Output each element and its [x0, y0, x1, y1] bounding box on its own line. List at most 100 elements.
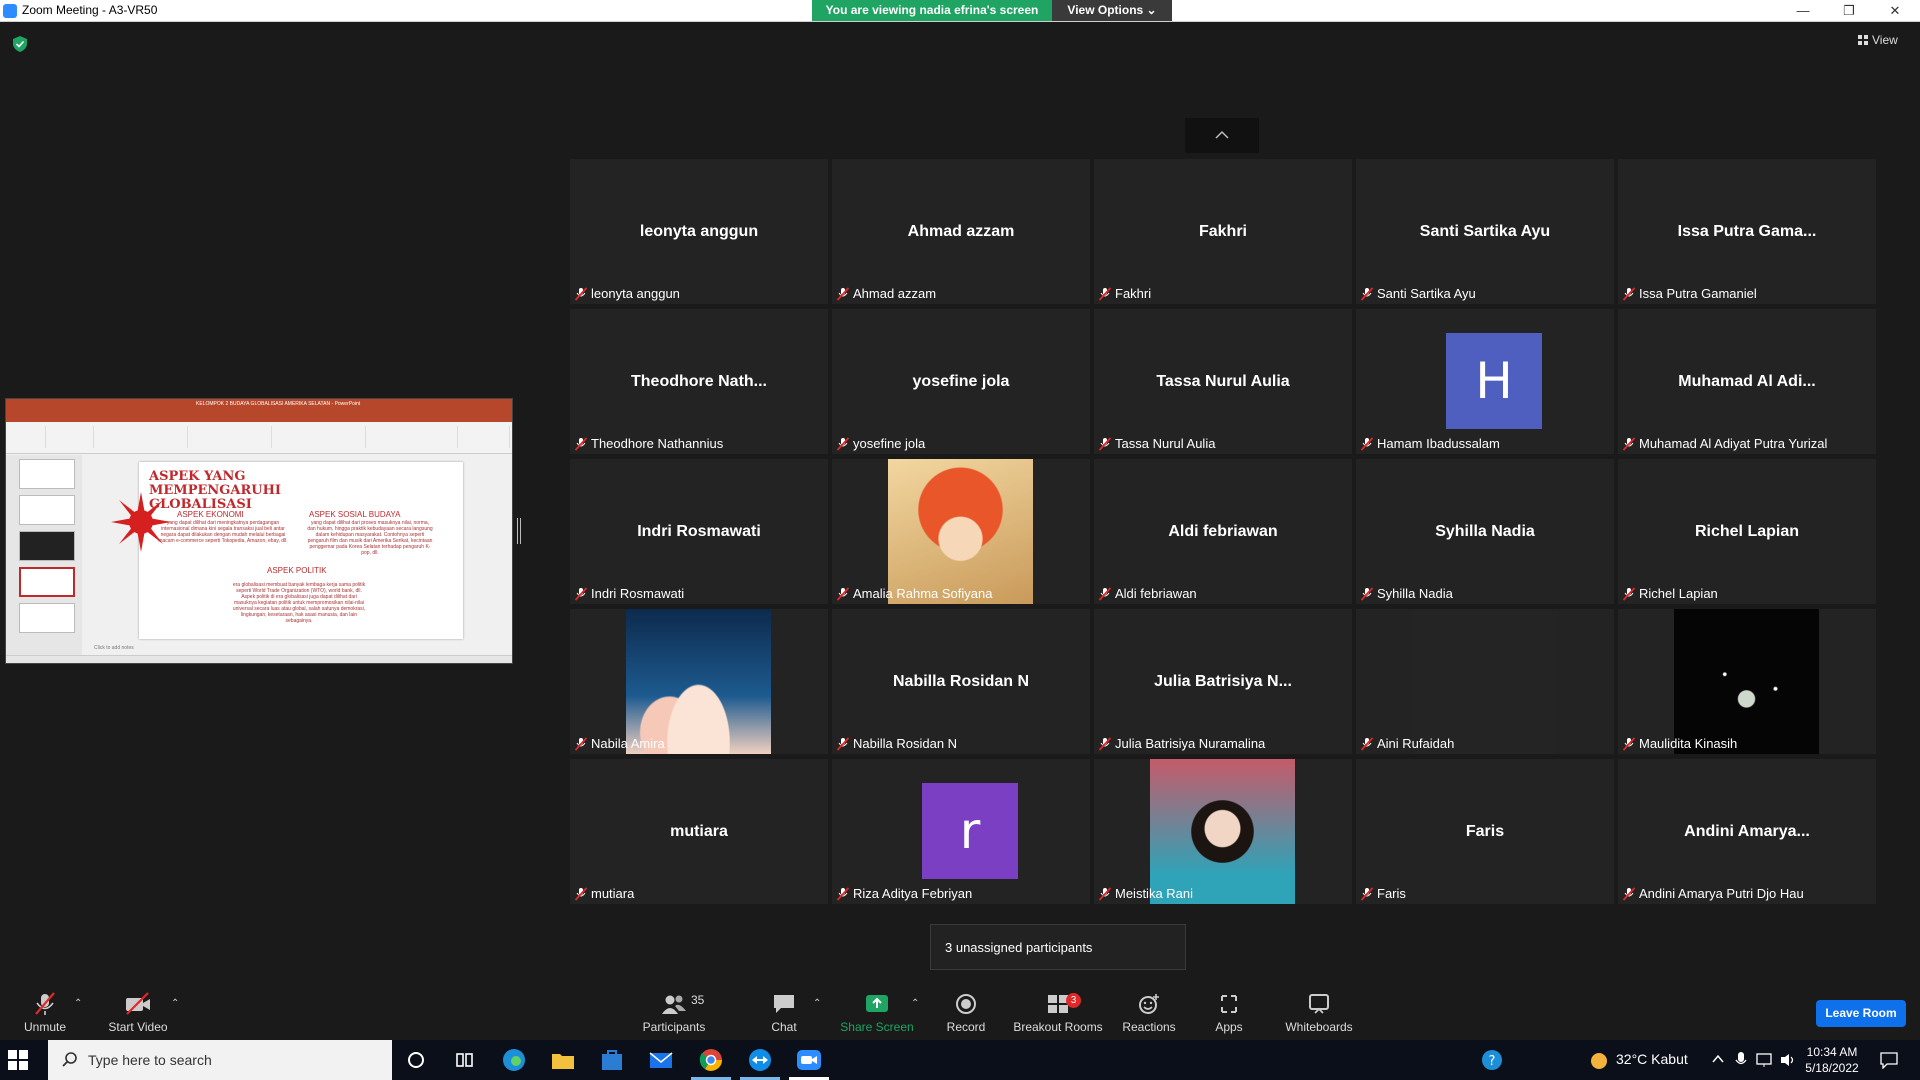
participant-tile[interactable]: Aini Rufaidah [1356, 609, 1614, 754]
cortana-icon[interactable] [402, 1046, 430, 1074]
participant-name: Amalia Rahma Sofiyana [853, 586, 993, 601]
participant-tile[interactable]: Andini Amarya... Andini Amarya Putri Djo … [1618, 759, 1876, 904]
record-icon [956, 994, 976, 1014]
file-explorer-icon[interactable] [549, 1046, 577, 1074]
taskbar-search-box[interactable]: Type here to search [48, 1040, 392, 1080]
video-options-caret[interactable]: ⌃ [171, 998, 179, 1009]
chevron-up-icon [1215, 130, 1229, 139]
participant-avatar: H [1446, 333, 1542, 429]
participant-tile[interactable]: Indri Rosmawati Indri Rosmawati [570, 459, 828, 604]
participant-tile[interactable]: Theodhore Nath... Theodhore Nathannius [570, 309, 828, 454]
participant-tile[interactable]: yosefine jola yosefine jola [832, 309, 1090, 454]
participant-name: Indri Rosmawati [591, 586, 685, 601]
leave-room-button[interactable]: Leave Room [1816, 1000, 1906, 1027]
grid-icon [1858, 35, 1868, 45]
participant-display-name: Theodhore Nath... [631, 373, 767, 390]
zoom-app-icon [3, 4, 17, 18]
muted-mic-icon [574, 437, 588, 451]
participant-tile[interactable]: leonyta anggun leonyta anggun [570, 159, 828, 304]
share-options-caret[interactable]: ⌃ [911, 998, 919, 1009]
muted-mic-icon [1098, 437, 1112, 451]
participant-name-label: Hamam Ibadussalam [1360, 435, 1506, 452]
participant-tile[interactable]: Nabila Amira [570, 609, 828, 754]
slide-text-sosial: yang dapat dilihat dari proses masuknya … [307, 520, 433, 556]
participant-tile[interactable]: Fakhri Fakhri [1094, 159, 1352, 304]
muted-mic-icon [1622, 287, 1636, 301]
participant-display-name: Julia Batrisiya N... [1154, 673, 1292, 690]
reactions-button[interactable]: Reactions [1104, 992, 1194, 1038]
participant-tile[interactable]: Meistika Rani [1094, 759, 1352, 904]
muted-mic-icon [1098, 737, 1112, 751]
muted-mic-icon [574, 287, 588, 301]
participant-tile[interactable]: Muhamad Al Adi... Muhamad Al Adiyat Putra… [1618, 309, 1876, 454]
system-clock[interactable]: 10:34 AM 5/18/2022 [1804, 1044, 1860, 1076]
search-placeholder: Type here to search [88, 1052, 212, 1068]
participant-tile[interactable]: Faris Faris [1356, 759, 1614, 904]
participant-display-name: Syhilla Nadia [1435, 523, 1535, 540]
participant-tile[interactable]: Aldi febriawan Aldi febriawan [1094, 459, 1352, 604]
participant-tile[interactable]: Amalia Rahma Sofiyana [832, 459, 1090, 604]
participant-name: Theodhore Nathannius [591, 436, 724, 451]
apps-button[interactable]: Apps [1184, 992, 1274, 1038]
chrome-icon[interactable] [697, 1046, 725, 1074]
participant-tile[interactable]: Santi Sartika Ayu Santi Sartika Ayu [1356, 159, 1614, 304]
participant-tile[interactable]: Richel Lapian Richel Lapian [1618, 459, 1876, 604]
view-options-button[interactable]: View Options ⌄ [1052, 0, 1172, 21]
record-label: Record [946, 1020, 986, 1034]
participant-name-label: Maulidita Kinasih [1622, 735, 1743, 752]
whiteboard-icon [1309, 994, 1329, 1014]
close-window-button[interactable]: ✕ [1872, 0, 1918, 21]
windows-start-icon[interactable] [8, 1050, 28, 1070]
volume-icon[interactable] [1780, 1052, 1796, 1068]
participants-button[interactable]: 35 Participants [629, 992, 719, 1038]
participant-tile[interactable]: H Hamam Ibadussalam [1356, 309, 1614, 454]
edge-browser-icon[interactable] [500, 1046, 528, 1074]
teamviewer-icon[interactable] [746, 1046, 774, 1074]
unmute-label: Unmute [23, 1020, 67, 1034]
participant-tile[interactable]: Tassa Nurul Aulia Tassa Nurul Aulia [1094, 309, 1352, 454]
shield-check-icon[interactable] [13, 36, 27, 52]
gallery-previous-page-button[interactable] [1185, 118, 1259, 153]
participant-tile[interactable]: Maulidita Kinasih [1618, 609, 1876, 754]
participant-name-label: Nabilla Rosidan N [836, 735, 963, 752]
chat-options-caret[interactable]: ⌃ [813, 998, 821, 1009]
zoom-taskbar-icon[interactable] [795, 1046, 823, 1074]
participant-tile[interactable]: Issa Putra Gama... Issa Putra Gamaniel [1618, 159, 1876, 304]
mail-icon[interactable] [647, 1046, 675, 1074]
share-screen-button[interactable]: Share Screen [832, 992, 922, 1038]
record-button[interactable]: Record [921, 992, 1011, 1038]
participant-display-name: Ahmad azzam [907, 223, 1015, 240]
restore-button[interactable]: ❐ [1826, 0, 1872, 21]
participant-tile[interactable]: Syhilla Nadia Syhilla Nadia [1356, 459, 1614, 604]
participant-tile[interactable]: Nabilla Rosidan N Nabilla Rosidan N [832, 609, 1090, 754]
participant-tile[interactable]: r Riza Aditya Febriyan [832, 759, 1090, 904]
participant-display-name: Tassa Nurul Aulia [1156, 373, 1290, 390]
microsoft-store-icon[interactable] [598, 1046, 626, 1074]
participant-tile[interactable]: Julia Batrisiya N... Julia Batrisiya Nura… [1094, 609, 1352, 754]
svg-text:?: ? [1489, 1054, 1496, 1069]
network-icon[interactable] [1756, 1052, 1774, 1068]
participant-display-name: Andini Amarya... [1684, 823, 1810, 840]
split-view-handle[interactable] [517, 518, 521, 544]
participant-tile[interactable]: Ahmad azzam Ahmad azzam [832, 159, 1090, 304]
breakout-rooms-button[interactable]: 3 Breakout Rooms [1013, 992, 1103, 1038]
whiteboards-button[interactable]: Whiteboards [1274, 992, 1364, 1038]
minimize-button[interactable]: — [1780, 0, 1826, 21]
notifications-icon[interactable] [1880, 1051, 1898, 1069]
gallery-view-button[interactable]: View [1858, 33, 1898, 47]
clock-time: 10:34 AM [1806, 1045, 1858, 1059]
task-view-icon[interactable] [450, 1046, 478, 1074]
powerpoint-statusbar [6, 655, 512, 663]
shared-screen[interactable]: KELOMPOK 2 BUDAYA GLOBALISASI AMERIKA SE… [5, 398, 513, 664]
audio-options-caret[interactable]: ⌃ [74, 998, 82, 1009]
participant-tile[interactable]: mutiara mutiara [570, 759, 828, 904]
chevron-up-tray-icon[interactable] [1712, 1053, 1724, 1065]
start-video-label: Start Video [108, 1020, 168, 1034]
participant-name-label: Aini Rufaidah [1360, 735, 1460, 752]
microphone-tray-icon[interactable] [1734, 1051, 1748, 1069]
help-icon[interactable]: ? [1478, 1046, 1506, 1074]
participant-name-label: leonyta anggun [574, 285, 686, 302]
smiley-plus-icon [1139, 994, 1159, 1014]
participant-name-label: Tassa Nurul Aulia [1098, 435, 1221, 452]
start-video-button[interactable]: Start Video [93, 992, 183, 1038]
